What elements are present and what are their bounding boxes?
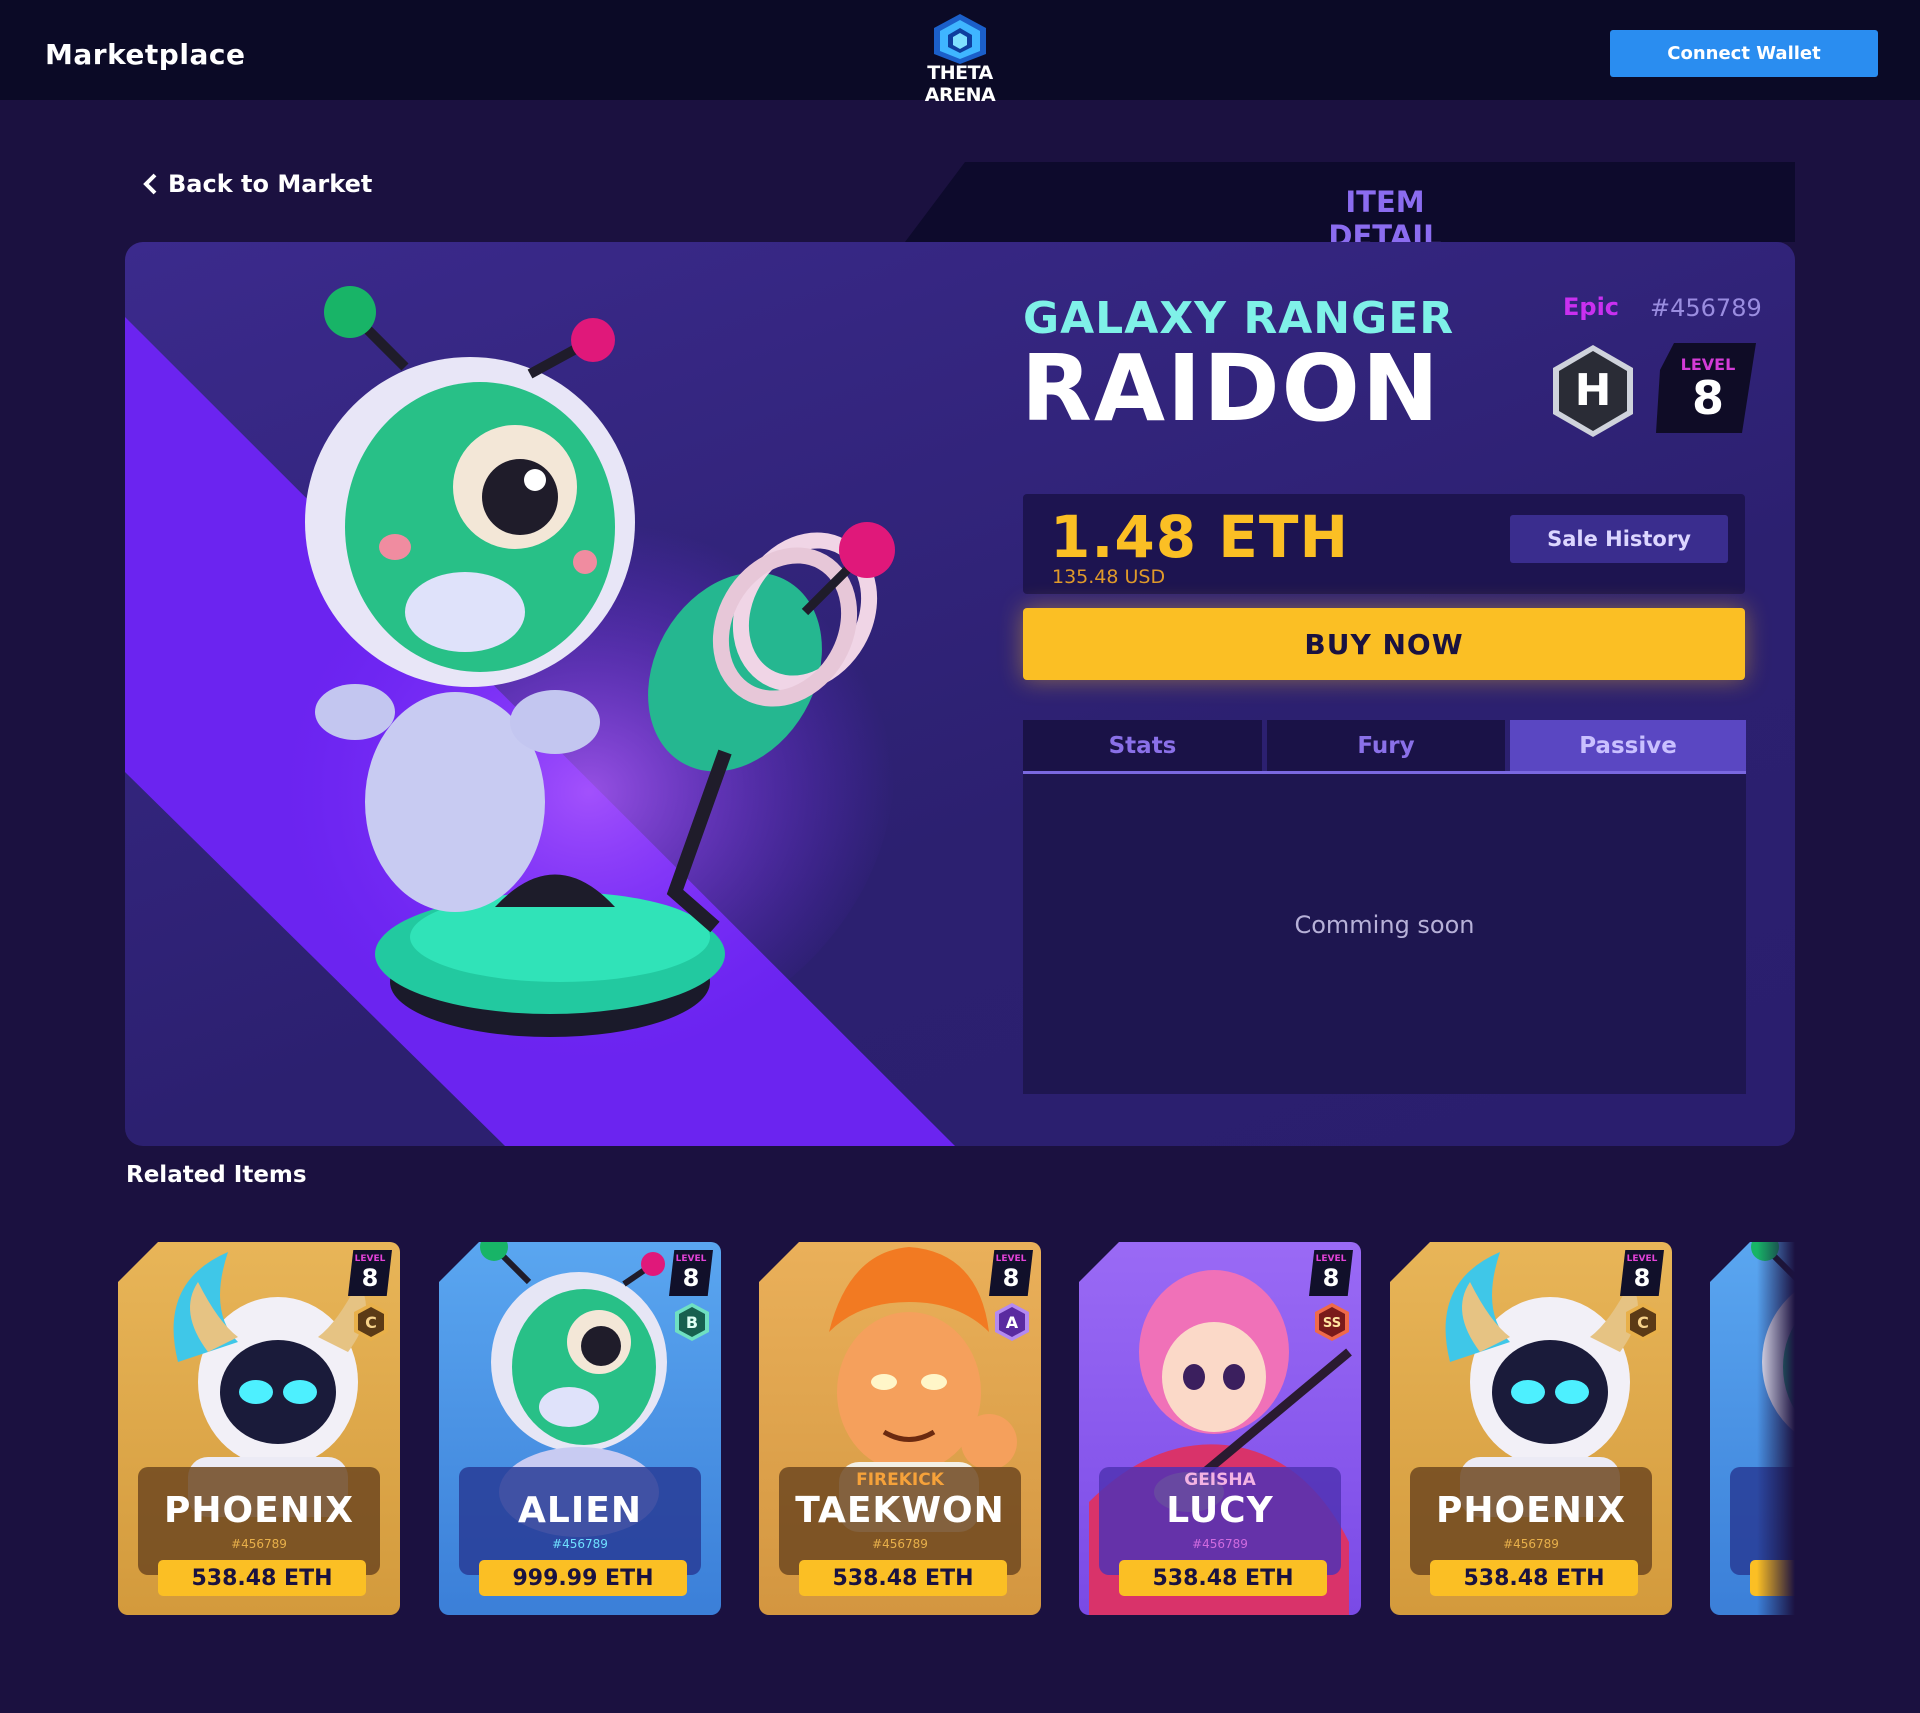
hero-character-art xyxy=(305,286,895,1037)
rank-hex-icon: C xyxy=(1626,1303,1660,1341)
connect-wallet-button[interactable]: Connect Wallet xyxy=(1610,30,1878,77)
back-link-label: Back to Market xyxy=(168,170,373,198)
tab-fury[interactable]: Fury xyxy=(1267,720,1505,772)
card-rank-letter: A xyxy=(1006,1313,1019,1332)
card-level-badge: LEVEL 8 xyxy=(1620,1250,1664,1296)
top-bar: Marketplace THETA ARENA Connect Wallet xyxy=(0,0,1920,106)
card-rank-letter: B xyxy=(686,1313,698,1332)
card-level-value: 8 xyxy=(361,1264,379,1292)
card-level-value: 8 xyxy=(1322,1264,1340,1292)
marketplace-title: Marketplace xyxy=(45,38,246,71)
card-level-label: LEVEL xyxy=(354,1254,386,1264)
card-id: #456789 xyxy=(872,1537,928,1551)
card-tag: FIREKICK xyxy=(856,1470,944,1490)
related-item-card[interactable]: LEVEL 8 A FIREKICK TAEKWON #456789 538.4… xyxy=(759,1242,1041,1615)
card-id: #456789 xyxy=(1192,1537,1248,1551)
card-level-value: 8 xyxy=(682,1264,700,1292)
rank-hex-icon: SS xyxy=(1315,1303,1349,1341)
card-level-value: 8 xyxy=(1002,1264,1020,1292)
card-price: 538.48 ETH xyxy=(1430,1560,1638,1596)
card-price: 538.48 ETH xyxy=(158,1560,366,1596)
hero-class-hex-icon: H xyxy=(1553,345,1633,437)
hero-class-letter: H xyxy=(1575,365,1612,416)
tab-content-message: Comming soon xyxy=(1294,911,1475,939)
price-eth: 1.48 ETH xyxy=(1050,503,1350,571)
logo-hex-icon xyxy=(934,14,986,64)
card-name: PHOENIX xyxy=(1436,1490,1626,1531)
related-items-carousel[interactable]: LEVEL 8 C PHOENIX #456789 538.48 ETH LEV… xyxy=(118,1210,1795,1630)
price-usd: 135.48 USD xyxy=(1052,566,1166,588)
card-id: #456789 xyxy=(231,1537,287,1551)
card-level-badge: LEVEL 8 xyxy=(348,1250,392,1296)
card-rank-letter: C xyxy=(365,1313,377,1332)
tab-passive[interactable]: Passive xyxy=(1510,720,1746,772)
card-level-badge: LEVEL 8 xyxy=(989,1250,1033,1296)
card-level-label: LEVEL xyxy=(675,1254,707,1264)
related-item-card[interactable]: LEVEL 8 SS GEISHA LUCY #456789 538.48 ET… xyxy=(1079,1242,1361,1615)
related-items-title: Related Items xyxy=(126,1162,307,1188)
sale-history-button[interactable]: Sale History xyxy=(1510,515,1728,563)
card-tag: GEISHA xyxy=(1184,1470,1256,1490)
card-price: 538.48 ETH xyxy=(799,1560,1007,1596)
card-price: 999.99 ETH xyxy=(479,1560,687,1596)
item-id: #456789 xyxy=(1650,294,1762,322)
card-id: #456789 xyxy=(1503,1537,1559,1551)
rank-hex-icon: A xyxy=(995,1303,1029,1341)
theta-arena-logo[interactable]: THETA ARENA xyxy=(900,12,1020,106)
card-name: LUCY xyxy=(1166,1490,1274,1531)
back-to-market-link[interactable]: Back to Market xyxy=(142,170,372,198)
card-level-label: LEVEL xyxy=(1626,1254,1658,1264)
buy-now-button[interactable]: BUY NOW xyxy=(1023,608,1745,680)
related-item-card[interactable]: LEVEL 8 C PHOENIX #456789 538.48 ETH xyxy=(1390,1242,1672,1615)
chevron-left-icon xyxy=(143,173,157,195)
logo-text: THETA ARENA xyxy=(924,62,996,106)
card-name: PHOENIX xyxy=(164,1490,354,1531)
card-level-value: 8 xyxy=(1633,1264,1651,1292)
card-name: ALIEN xyxy=(518,1490,642,1531)
card-level-badge: LEVEL 8 xyxy=(1309,1250,1353,1296)
card-level-badge: LEVEL 8 xyxy=(669,1250,713,1296)
card-level-label: LEVEL xyxy=(1315,1254,1347,1264)
card-rank-letter: C xyxy=(1637,1313,1649,1332)
rank-hex-icon: C xyxy=(354,1303,388,1341)
item-name: RAIDON xyxy=(1021,335,1441,442)
card-price: 538.48 ETH xyxy=(1119,1560,1327,1596)
card-rank-letter: SS xyxy=(1323,1316,1341,1331)
card-level-label: LEVEL xyxy=(995,1254,1027,1264)
card-id: #456789 xyxy=(552,1537,608,1551)
level-badge-value: 8 xyxy=(1691,371,1724,425)
related-item-card[interactable]: LEVEL 8 C PHOENIX #456789 538.48 ETH xyxy=(118,1242,400,1615)
carousel-fade-edge xyxy=(1757,1210,1795,1630)
card-name: TAEKWON xyxy=(795,1490,1005,1531)
related-item-card[interactable]: LEVEL 8 B ALIEN #456789 999.99 ETH xyxy=(439,1242,721,1615)
tab-stats[interactable]: Stats xyxy=(1023,720,1262,772)
rarity-label: Epic xyxy=(1563,293,1620,321)
rank-hex-icon: B xyxy=(675,1303,709,1341)
level-badge: LEVEL 8 xyxy=(1656,343,1756,433)
